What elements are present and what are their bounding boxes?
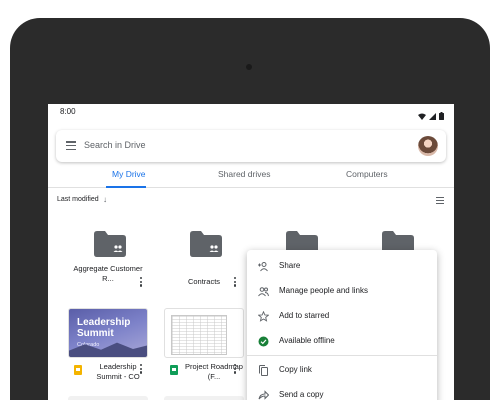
shared-folder-icon (190, 231, 222, 257)
front-camera (246, 64, 252, 70)
star-outline-icon (258, 311, 269, 322)
menu-item-add-to-starred[interactable]: Add to starred (247, 304, 437, 329)
file-thumbnail (164, 308, 244, 358)
send-icon (258, 390, 269, 400)
search-bar[interactable]: Search in Drive (56, 130, 446, 162)
menu-divider (247, 355, 437, 356)
menu-label: Add to starred (279, 311, 330, 320)
status-time: 8:00 (60, 107, 76, 116)
file-card-partial[interactable] (164, 396, 244, 400)
sort-by-last-modified[interactable]: Last modified (57, 196, 99, 203)
thumbnail-title: Leadership Summit (77, 317, 131, 339)
file-card-slides[interactable]: Leadership Summit Colorado Leadership Su… (68, 308, 148, 381)
sheets-icon (170, 365, 178, 375)
drive-tabs: My Drive Shared drives Computers (48, 164, 454, 188)
file-thumbnail: Leadership Summit Colorado (68, 308, 148, 358)
person-add-icon (258, 262, 268, 272)
menu-item-manage-people[interactable]: Manage people and links (247, 279, 437, 304)
status-bar: 8:00 (48, 104, 454, 120)
offline-check-icon (258, 336, 269, 347)
folder-item[interactable]: Contracts (164, 209, 244, 289)
wifi-icon (418, 107, 426, 125)
context-menu: Share Manage people and links Add to sta… (247, 250, 437, 400)
folder-name: Aggregate Customer R... (73, 264, 143, 283)
battery-icon (439, 107, 444, 125)
menu-item-send-a-copy[interactable]: Send a copy (247, 383, 437, 400)
file-card-partial[interactable] (68, 396, 148, 400)
tab-shared-drives[interactable]: Shared drives (218, 169, 270, 179)
tab-computers[interactable]: Computers (346, 169, 388, 179)
hamburger-menu-icon[interactable] (66, 141, 76, 151)
menu-label: Manage people and links (279, 286, 368, 295)
file-card-sheets[interactable]: Project Roadmap (F... (164, 308, 244, 381)
shared-folder-icon (94, 231, 126, 257)
more-vert-icon[interactable] (234, 277, 238, 289)
more-vert-icon[interactable] (234, 364, 238, 376)
spreadsheet-preview (171, 315, 227, 355)
folder-item[interactable]: Aggregate Customer R... (68, 209, 148, 289)
menu-item-share[interactable]: Share (247, 254, 437, 279)
menu-item-copy-link[interactable]: Copy link (247, 358, 437, 383)
copy-icon (259, 365, 268, 376)
list-view-icon[interactable] (436, 197, 444, 204)
sort-row: Last modified ↓ (48, 194, 454, 208)
menu-label: Copy link (279, 365, 312, 374)
more-vert-icon[interactable] (140, 277, 144, 289)
menu-label: Send a copy (279, 390, 324, 399)
menu-label: Share (279, 261, 301, 270)
search-input[interactable]: Search in Drive (84, 140, 146, 150)
arrow-down-icon[interactable]: ↓ (103, 195, 107, 204)
people-icon (258, 287, 269, 297)
status-icons (418, 107, 444, 125)
tab-my-drive[interactable]: My Drive (112, 169, 146, 179)
folder-name: Contracts (187, 277, 221, 286)
drive-app-screen: 8:00 Search in Drive My Drive Shared dri… (48, 104, 454, 400)
menu-label: Available offline (279, 336, 335, 345)
menu-item-available-offline[interactable]: Available offline (247, 329, 437, 354)
active-tab-indicator (106, 186, 146, 188)
more-vert-icon[interactable] (140, 364, 144, 376)
signal-icon (429, 107, 436, 125)
slides-icon (74, 365, 82, 375)
account-avatar[interactable] (418, 136, 438, 156)
